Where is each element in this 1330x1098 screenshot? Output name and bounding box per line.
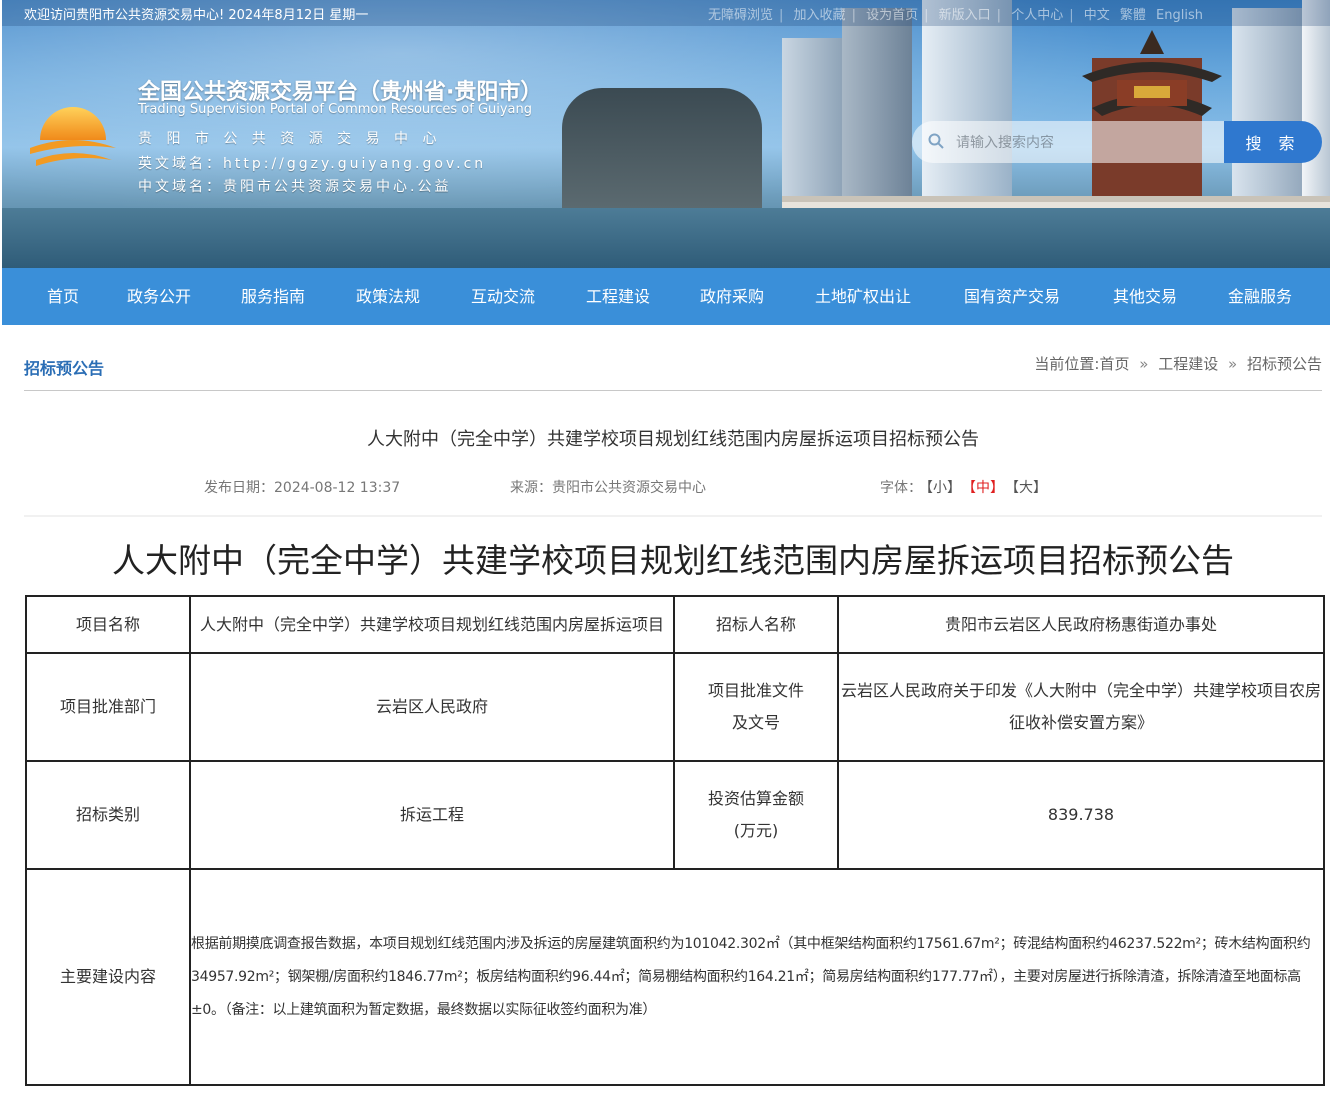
nav-state-assets[interactable]: 国有资产交易 xyxy=(964,268,1060,325)
accessibility-link[interactable]: 无障碍浏览 xyxy=(708,8,773,23)
search-icon xyxy=(928,133,944,149)
main-nav: 首页 政务公开 服务指南 政策法规 互动交流 工程建设 政府采购 土地矿权出让 … xyxy=(2,268,1330,325)
breadcrumb-home[interactable]: 当前位置:首页 xyxy=(1034,355,1129,373)
search-button[interactable]: 搜 索 xyxy=(1224,121,1322,163)
cell-label: 项目批准部门 xyxy=(25,652,191,762)
font-size-label: 字体： xyxy=(880,480,922,496)
search-box xyxy=(912,121,1224,165)
cell-label: 主要建设内容 xyxy=(25,868,191,1086)
cell-label: 项目名称 xyxy=(25,595,191,654)
top-links: 无障碍浏览 | 加入收藏 | 设为首页 | 新版入口 | 个人中心 | 中文 繁體 Eng… xyxy=(708,8,1203,23)
table-row: 项目名称 人大附中（完全中学）共建学校项目规划红线范围内房屋拆运项目 招标人名称… xyxy=(25,595,1325,654)
divider xyxy=(24,515,1322,517)
nav-home[interactable]: 首页 xyxy=(47,268,79,325)
banner-building xyxy=(1232,8,1302,208)
lang-chinese-link[interactable]: 中文 xyxy=(1084,8,1110,23)
bookmark-link[interactable]: 加入收藏 xyxy=(794,8,846,23)
document-heading: 人大附中（完全中学）共建学校项目规划红线范围内房屋拆运项目招标预公告 xyxy=(112,541,1234,580)
nav-gov-affairs[interactable]: 政务公开 xyxy=(127,268,191,325)
nav-engineering[interactable]: 工程建设 xyxy=(586,268,650,325)
lang-traditional-link[interactable]: 繁體 xyxy=(1120,8,1146,23)
breadcrumb-engineering[interactable]: 工程建设 xyxy=(1158,355,1218,373)
nav-service-guide[interactable]: 服务指南 xyxy=(241,268,305,325)
search-input[interactable] xyxy=(954,121,1218,165)
nav-procurement[interactable]: 政府采购 xyxy=(700,268,764,325)
section-title: 招标预公告 xyxy=(24,359,105,378)
cell-value: 人大附中（完全中学）共建学校项目规划红线范围内房屋拆运项目 xyxy=(189,595,675,654)
banner-building xyxy=(562,88,762,208)
nav-policy[interactable]: 政策法规 xyxy=(356,268,420,325)
site-logo[interactable] xyxy=(28,88,118,174)
cell-value: 贵阳市云岩区人民政府杨惠街道办事处 xyxy=(837,595,1325,654)
breadcrumb-separator: » xyxy=(1139,355,1149,373)
cell-value: 云岩区人民政府关于印发《人大附中（完全中学）共建学校项目农房征收补偿安置方案》 xyxy=(837,652,1325,762)
banner-building xyxy=(842,8,912,208)
font-small-button[interactable]: 【小】 xyxy=(926,480,961,496)
nav-land-mining[interactable]: 土地矿权出让 xyxy=(815,268,911,325)
chinese-domain-line: 中文域名：贵阳市公共资源交易中心.公益 xyxy=(138,179,452,195)
user-center-link[interactable]: 个人中心 xyxy=(1011,8,1063,23)
article-source: 来源：贵阳市公共资源交易中心 xyxy=(510,480,706,496)
cell-label: 招标类别 xyxy=(25,760,191,870)
cell-label: 招标人名称 xyxy=(673,595,839,654)
banner-building xyxy=(1302,0,1330,208)
welcome-text: 欢迎访问贵阳市公共资源交易中心! 2024年8月12日 星期一 xyxy=(24,8,369,23)
cell-label: 投资估算金额(万元) xyxy=(673,760,839,870)
font-size-controls: 字体： 【小】 【中】 【大】 xyxy=(880,477,1051,497)
cell-value: 839.738 xyxy=(837,760,1325,870)
article-title: 人大附中（完全中学）共建学校项目规划红线范围内房屋拆运项目招标预公告 xyxy=(367,429,979,450)
breadcrumb-separator: » xyxy=(1228,355,1238,373)
nav-interaction[interactable]: 互动交流 xyxy=(471,268,535,325)
cell-value: 云岩区人民政府 xyxy=(189,652,675,762)
cell-value: 拆运工程 xyxy=(189,760,675,870)
publish-date: 发布日期：2024-08-12 13:37 xyxy=(204,480,401,496)
nav-other-trade[interactable]: 其他交易 xyxy=(1113,268,1177,325)
breadcrumb: 当前位置:首页 » 工程建设 » 招标预公告 xyxy=(1034,353,1322,374)
pagoda-roof xyxy=(1082,30,1222,116)
table-row: 项目批准部门 云岩区人民政府 项目批准文件及文号 云岩区人民政府关于印发《人大附… xyxy=(25,652,1325,762)
banner-building xyxy=(922,0,1012,208)
cell-label: 项目批准文件及文号 xyxy=(673,652,839,762)
english-domain-line: 英文域名：http://ggzy.guiyang.gov.cn xyxy=(138,156,487,172)
project-info-table: 项目名称 人大附中（完全中学）共建学校项目规划红线范围内房屋拆运项目 招标人名称… xyxy=(25,595,1325,1086)
construction-content: 根据前期摸底调查报告数据，本项目规划红线范围内涉及拆运的房屋建筑面积约为1010… xyxy=(189,868,1325,1086)
site-subtitle: Trading Supervision Portal of Common Res… xyxy=(138,102,533,117)
divider xyxy=(24,390,1322,391)
new-version-link[interactable]: 新版入口 xyxy=(939,8,991,23)
font-medium-button[interactable]: 【中】 xyxy=(969,480,1004,496)
nav-finance[interactable]: 金融服务 xyxy=(1228,268,1292,325)
table-row: 招标类别 拆运工程 投资估算金额(万元) 839.738 xyxy=(25,760,1325,870)
lang-english-link[interactable]: English xyxy=(1156,8,1203,23)
banner-water xyxy=(2,208,1330,268)
font-large-button[interactable]: 【大】 xyxy=(1012,480,1047,496)
homepage-link[interactable]: 设为首页 xyxy=(866,8,918,23)
table-row: 主要建设内容 根据前期摸底调查报告数据，本项目规划红线范围内涉及拆运的房屋建筑面… xyxy=(25,868,1325,1086)
breadcrumb-current[interactable]: 招标预公告 xyxy=(1247,355,1322,373)
site-name-line: 贵 阳 市 公 共 资 源 交 易 中 心 xyxy=(138,131,442,147)
